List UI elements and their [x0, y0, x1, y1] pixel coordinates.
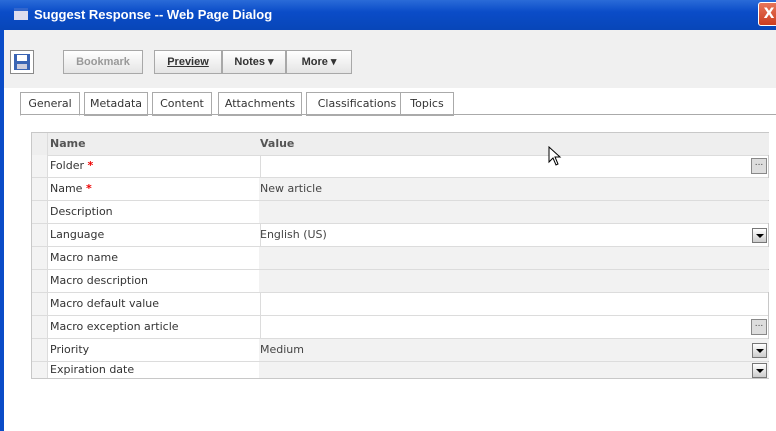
header-value: Value	[259, 133, 769, 155]
row-label: Macro description	[48, 270, 261, 292]
macro-description-field[interactable]	[259, 270, 769, 292]
row-label: Name	[50, 182, 83, 195]
tab-metadata[interactable]: Metadata	[84, 92, 148, 116]
title-bar: Suggest Response -- Web Page Dialog X	[0, 0, 776, 30]
tab-general[interactable]: General	[20, 92, 80, 116]
table-row[interactable]: Folder * ...	[32, 155, 768, 178]
properties-grid: Name Value Folder * ... Name * New artic…	[31, 132, 769, 379]
macro-name-field[interactable]	[259, 247, 769, 269]
tab-content[interactable]: Content	[152, 92, 212, 116]
row-label: Folder	[50, 159, 84, 172]
tab-topics[interactable]: Topics	[400, 92, 454, 116]
notes-button[interactable]: Notes ▾	[222, 50, 286, 74]
row-label: Description	[48, 201, 261, 223]
required-marker: *	[85, 182, 92, 195]
tab-classifications[interactable]: Classifications	[306, 92, 408, 116]
chevron-down-icon[interactable]	[752, 343, 767, 358]
more-button[interactable]: More ▾	[286, 50, 352, 74]
table-row[interactable]: Expiration date	[32, 362, 769, 378]
dialog-icon	[14, 8, 28, 20]
expiration-date-select[interactable]	[259, 362, 769, 378]
chevron-down-icon[interactable]	[752, 228, 767, 243]
name-field[interactable]: New article	[259, 178, 769, 200]
window-title: Suggest Response -- Web Page Dialog	[34, 7, 273, 22]
browse-button[interactable]: ...	[751, 158, 767, 174]
bookmark-button[interactable]: Bookmark	[63, 50, 143, 74]
table-row[interactable]: Macro default value	[32, 293, 768, 316]
tab-divider	[20, 114, 776, 115]
required-marker: *	[87, 159, 94, 172]
save-icon	[14, 54, 30, 70]
window-border	[0, 30, 4, 431]
table-row[interactable]: Macro description	[32, 270, 769, 293]
table-row[interactable]: Language English (US)	[32, 224, 768, 247]
row-label: Expiration date	[48, 362, 261, 378]
row-label: Priority	[48, 339, 261, 361]
table-row[interactable]: Macro exception article ...	[32, 316, 768, 339]
row-label: Macro exception article	[48, 316, 261, 338]
description-field[interactable]	[259, 201, 769, 223]
table-row[interactable]: Description	[32, 201, 769, 224]
row-label: Language	[48, 224, 261, 246]
grid-header-row: Name Value	[32, 133, 769, 156]
folder-field[interactable]: ...	[259, 155, 769, 177]
macro-exception-field[interactable]: ...	[259, 316, 769, 338]
table-row[interactable]: Name * New article	[32, 178, 769, 201]
row-label: Macro name	[48, 247, 261, 269]
row-label: Macro default value	[48, 293, 261, 315]
priority-select[interactable]: Medium	[259, 339, 769, 361]
macro-default-value-field[interactable]	[259, 293, 769, 315]
save-button[interactable]	[10, 50, 34, 74]
tab-attachments[interactable]: Attachments	[218, 92, 302, 116]
chevron-down-icon[interactable]	[752, 363, 767, 378]
table-row[interactable]: Priority Medium	[32, 339, 769, 362]
language-select[interactable]: English (US)	[259, 224, 769, 246]
toolbar: Bookmark Preview Notes ▾ More ▾	[4, 30, 776, 88]
browse-button[interactable]: ...	[751, 319, 767, 335]
preview-button[interactable]: Preview	[154, 50, 222, 74]
mouse-cursor-icon	[548, 146, 562, 166]
table-row[interactable]: Macro name	[32, 247, 769, 270]
close-button[interactable]: X	[758, 2, 776, 26]
header-name: Name	[48, 133, 261, 155]
